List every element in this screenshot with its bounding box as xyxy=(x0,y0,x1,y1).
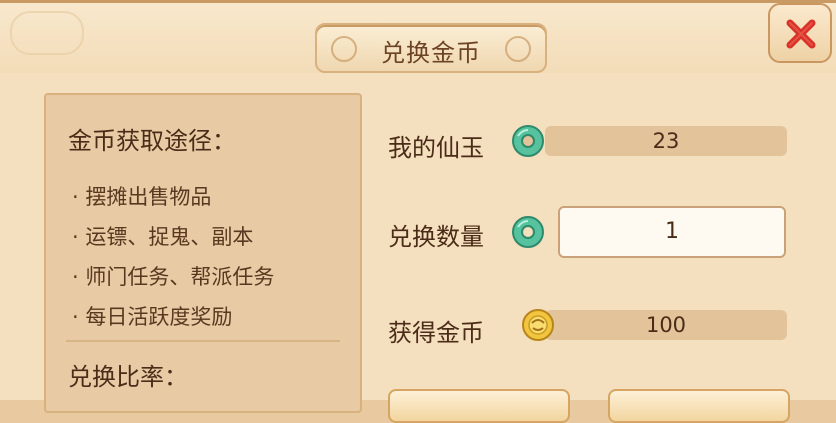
close-button[interactable] xyxy=(768,3,832,63)
exchange-qty-input[interactable]: 1 xyxy=(558,206,786,258)
list-item: 师门任务、帮派任务 xyxy=(72,257,274,297)
close-x-icon xyxy=(786,19,816,49)
list-item: 摆摊出售物品 xyxy=(72,177,274,217)
title-plate: 兑换金币 xyxy=(315,23,547,73)
info-panel: 金币获取途径： 摆摊出售物品 运镖、捉鬼、副本 师门任务、帮派任务 每日活跃度奖… xyxy=(44,93,362,413)
divider xyxy=(66,340,340,342)
ways-title: 金币获取途径： xyxy=(68,127,236,155)
cloud-ornament-left xyxy=(10,11,84,55)
exchange-dialog: 兑换金币 金币获取途径： 摆摊出售物品 运镖、捉鬼、副本 师门任务、帮派任务 每… xyxy=(0,0,836,423)
gain-gold-value: 100 xyxy=(545,310,787,340)
my-jade-label: 我的仙玉 xyxy=(388,134,484,162)
list-item: 运镖、捉鬼、副本 xyxy=(72,217,274,257)
exchange-qty-label: 兑换数量 xyxy=(388,223,484,251)
gold-coin-icon xyxy=(522,309,554,341)
dialog-title: 兑换金币 xyxy=(381,39,481,67)
list-item: 每日活跃度奖励 xyxy=(72,297,274,337)
my-jade-value: 23 xyxy=(545,126,787,156)
bottom-button-left[interactable] xyxy=(388,389,570,423)
jade-coin-icon xyxy=(512,216,544,248)
jade-coin-icon xyxy=(512,125,544,157)
bottom-button-right[interactable] xyxy=(608,389,790,423)
ways-list: 摆摊出售物品 运镖、捉鬼、副本 师门任务、帮派任务 每日活跃度奖励 xyxy=(72,177,274,337)
rate-title: 兑换比率： xyxy=(68,363,188,391)
gain-gold-label: 获得金币 xyxy=(388,319,484,347)
